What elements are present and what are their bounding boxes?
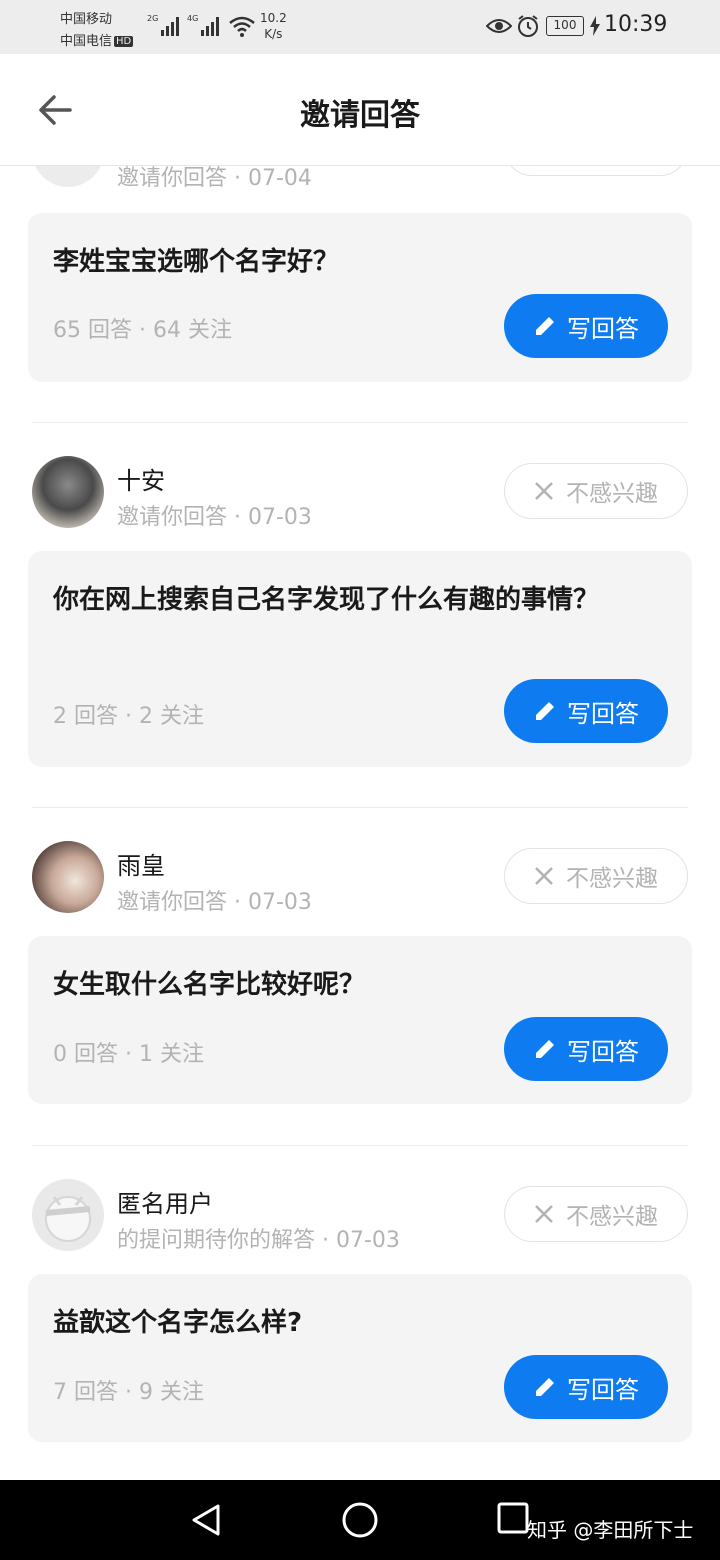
alarm-icon — [518, 15, 538, 37]
question-stats: 2 回答 · 2 关注 — [53, 704, 204, 729]
battery-icon: 100 — [546, 16, 584, 36]
pencil-icon — [536, 702, 554, 720]
question-title[interactable]: 益歆这个名字怎么样? — [53, 1299, 633, 1347]
not-interested-button[interactable]: 不感兴趣 — [504, 1186, 688, 1242]
write-answer-label: 写回答 — [567, 1037, 639, 1066]
close-icon — [535, 1205, 553, 1223]
nav-back-icon[interactable] — [188, 1502, 224, 1538]
network-speed-value: 10.2 — [260, 11, 287, 25]
status-time: 10:39 — [604, 12, 668, 37]
carrier-name-2: 中国电信 HD — [60, 30, 134, 49]
not-interested-button[interactable]: 不感兴趣 — [504, 848, 688, 904]
avatar[interactable] — [32, 166, 104, 187]
wifi-icon — [229, 16, 255, 37]
question-card[interactable]: 李姓宝宝选哪个名字好？ 65 回答 · 64 关注 写回答 — [28, 213, 692, 382]
close-icon — [535, 482, 553, 500]
carrier-name-2-label: 中国电信 — [60, 34, 113, 49]
not-interested-button[interactable]: 不感兴趣 — [504, 463, 688, 519]
write-answer-button[interactable]: 写回答 — [504, 1355, 668, 1419]
network-speed-unit: K/s — [264, 27, 283, 41]
invite-meta: 邀请你回答 · 07-03 — [117, 890, 312, 915]
question-stats: 7 回答 · 9 关注 — [53, 1380, 204, 1405]
app-header: 邀请回答 — [0, 54, 720, 166]
invitation-item: 十安 邀请你回答 · 07-03 不感兴趣 你在网上搜索自己名字发现了什么有趣的… — [0, 423, 720, 807]
invitation-item: 匿名用户 的提问期待你的解答 · 07-03 不感兴趣 益歆这个名字怎么样? 7… — [0, 1146, 720, 1480]
avatar[interactable] — [32, 841, 104, 913]
hd-badge: HD — [114, 36, 134, 47]
network-speed: 10.2 K/s — [260, 10, 287, 42]
invitation-item: 雨皇 邀请你回答 · 07-03 不感兴趣 女生取什么名字比较好呢？ 0 回答 … — [0, 808, 720, 1145]
invitation-feed[interactable]: 邀请你回答 · 07-04 李姓宝宝选哪个名字好？ 65 回答 · 64 关注 … — [0, 166, 720, 1480]
question-stats: 0 回答 · 1 关注 — [53, 1042, 204, 1067]
network-type-2: 4G — [187, 14, 199, 23]
close-icon — [535, 867, 553, 885]
system-nav-bar: 知乎 @李田所下士 — [0, 1480, 720, 1560]
user-name[interactable]: 匿名用户 — [117, 1184, 213, 1219]
not-interested-label: 不感兴趣 — [566, 481, 658, 507]
network-type-1: 2G — [147, 14, 159, 23]
not-interested-button[interactable] — [504, 166, 688, 176]
user-name[interactable]: 雨皇 — [117, 846, 165, 881]
question-card[interactable]: 你在网上搜索自己名字发现了什么有趣的事情？ 2 回答 · 2 关注 写回答 — [28, 551, 692, 767]
not-interested-label: 不感兴趣 — [566, 866, 658, 892]
question-card[interactable]: 益歆这个名字怎么样? 7 回答 · 9 关注 写回答 — [28, 1274, 692, 1442]
signal-icon: 2G — [147, 14, 180, 36]
write-answer-button[interactable]: 写回答 — [504, 1017, 668, 1081]
pencil-icon — [536, 1378, 554, 1396]
not-interested-label: 不感兴趣 — [566, 1204, 658, 1230]
invitation-item-partial: 邀请你回答 · 07-04 李姓宝宝选哪个名字好？ 65 回答 · 64 关注 … — [0, 166, 720, 424]
write-answer-label: 写回答 — [567, 699, 639, 728]
avatar[interactable] — [32, 1179, 104, 1251]
invite-meta: 邀请你回答 · 07-03 — [117, 505, 312, 530]
pencil-icon — [536, 317, 554, 335]
user-name[interactable]: 十安 — [117, 461, 165, 496]
anonymous-user-icon — [45, 1196, 91, 1242]
question-title[interactable]: 李姓宝宝选哪个名字好？ — [53, 238, 633, 286]
pencil-icon — [536, 1040, 554, 1058]
eye-icon — [486, 19, 512, 33]
write-answer-label: 写回答 — [567, 314, 639, 343]
charging-icon — [590, 16, 600, 36]
invite-meta: 的提问期待你的解答 · 07-03 — [117, 1228, 400, 1253]
question-stats: 65 回答 · 64 关注 — [53, 318, 232, 343]
carrier-name-1: 中国移动 — [60, 12, 113, 27]
question-card[interactable]: 女生取什么名字比较好呢？ 0 回答 · 1 关注 写回答 — [28, 936, 692, 1104]
watermark: 知乎 @李田所下士 — [527, 1518, 694, 1542]
question-title[interactable]: 你在网上搜索自己名字发现了什么有趣的事情？ — [53, 576, 633, 624]
signal-icon: 4G — [187, 14, 220, 36]
write-answer-button[interactable]: 写回答 — [504, 294, 668, 358]
page-title: 邀请回答 — [300, 98, 420, 133]
invite-meta: 邀请你回答 · 07-04 — [117, 166, 312, 191]
nav-recents-icon[interactable] — [497, 1502, 529, 1534]
question-title[interactable]: 女生取什么名字比较好呢？ — [53, 961, 633, 1009]
write-answer-label: 写回答 — [567, 1375, 639, 1404]
avatar[interactable] — [32, 456, 104, 528]
nav-home-icon[interactable] — [340, 1500, 380, 1540]
status-bar: 中国移动 中国电信 HD 2G 4G 10.2 K/s 100 10:39 — [0, 0, 720, 54]
write-answer-button[interactable]: 写回答 — [504, 679, 668, 743]
